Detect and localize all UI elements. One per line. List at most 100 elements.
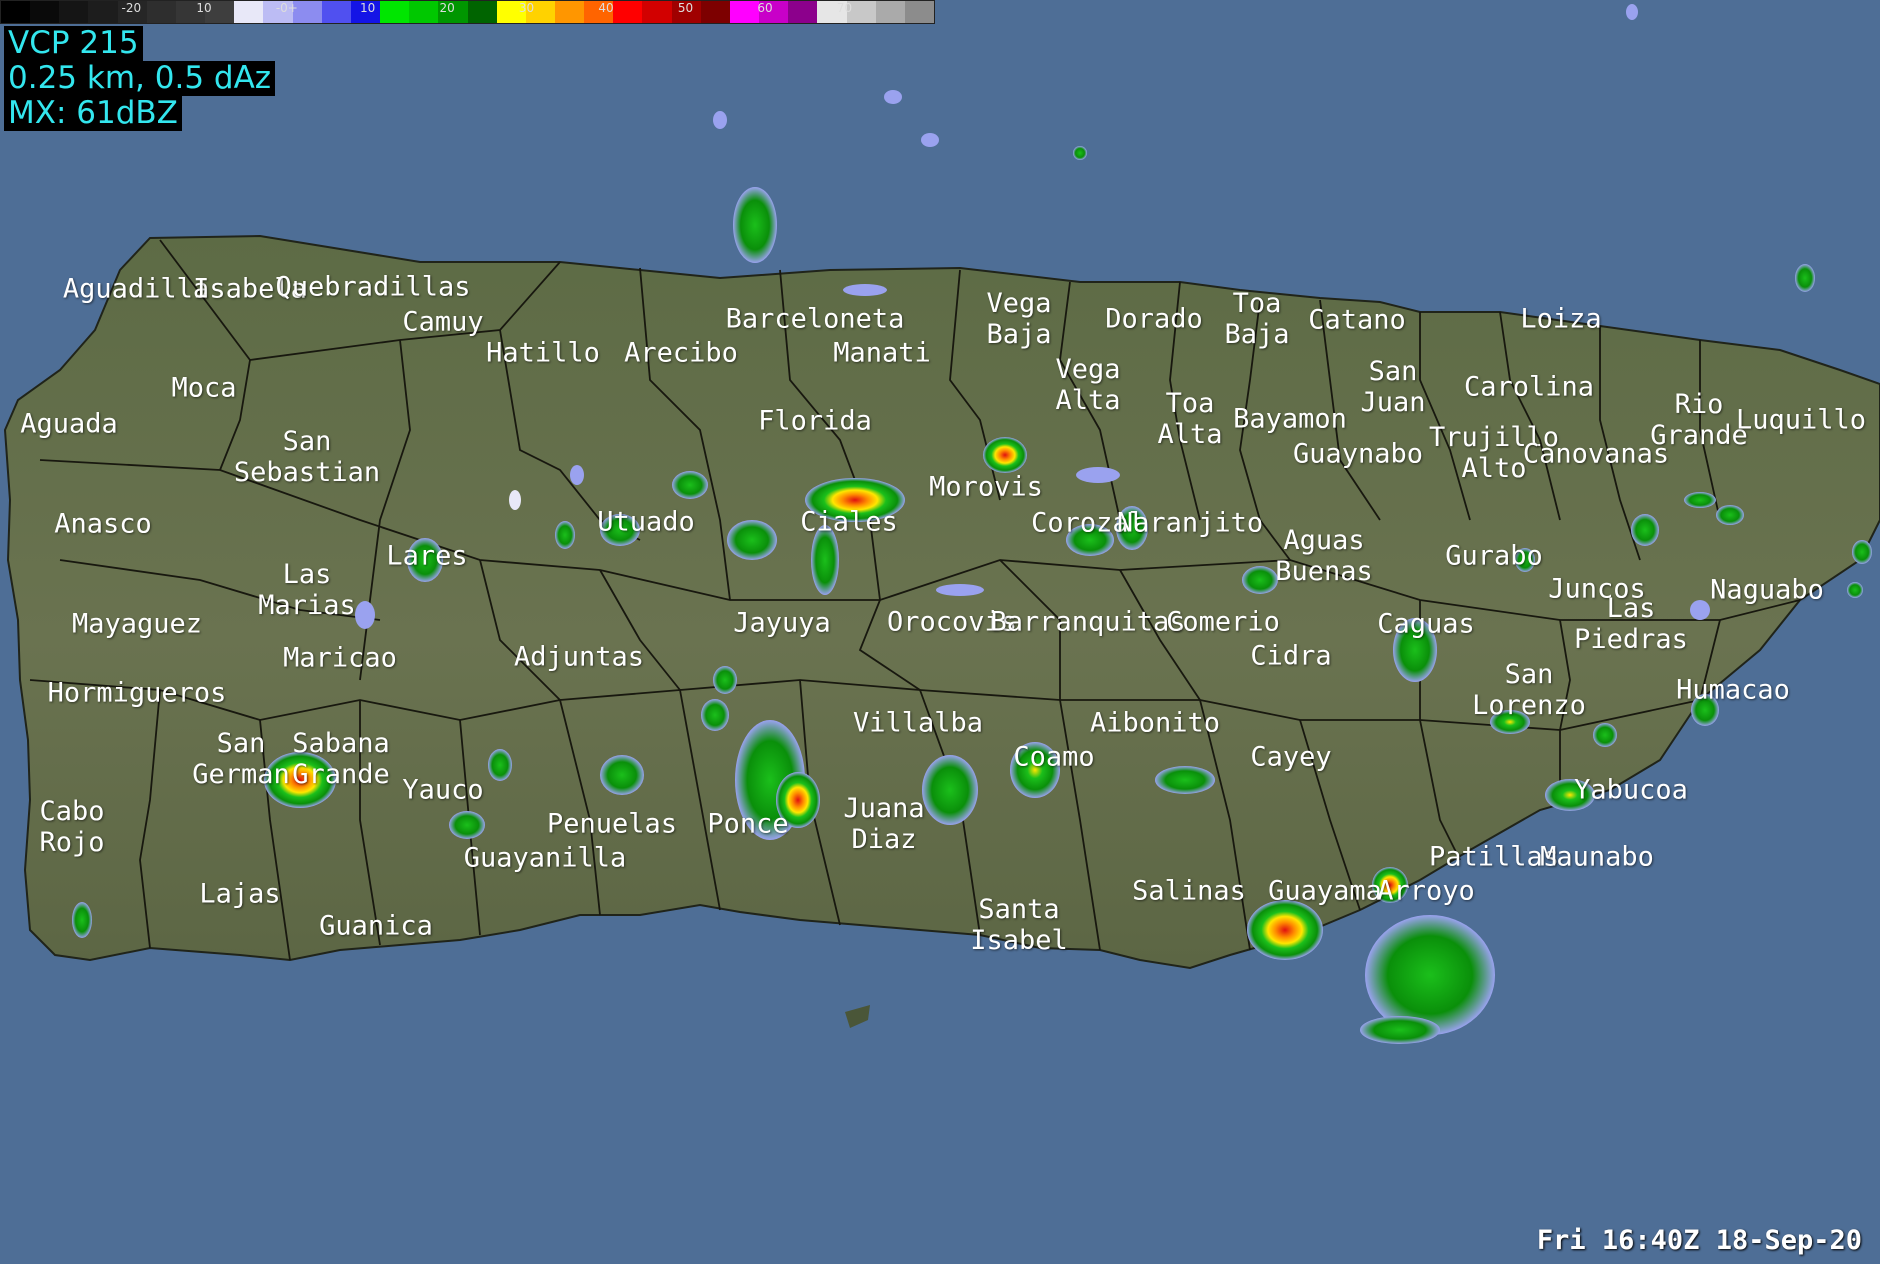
scale-segment bbox=[205, 1, 235, 23]
scale-segment bbox=[759, 1, 789, 23]
echo-cell bbox=[1690, 600, 1710, 620]
scale-segment bbox=[350, 1, 381, 23]
scale-segment bbox=[700, 1, 730, 23]
echo-cell bbox=[600, 755, 644, 795]
scale-segment bbox=[671, 1, 701, 23]
town-label: Loiza bbox=[1520, 303, 1602, 335]
town-label: Morovis bbox=[929, 471, 1043, 503]
town-label: Aguas Buenas bbox=[1275, 525, 1373, 587]
town-label: Cayey bbox=[1250, 741, 1332, 773]
scale-segment bbox=[263, 1, 293, 23]
echo-cell bbox=[701, 699, 729, 731]
town-label: Penuelas bbox=[546, 808, 678, 840]
town-label: Coamo bbox=[1013, 741, 1095, 773]
echo-cell bbox=[1073, 146, 1087, 160]
echo-cell bbox=[1631, 514, 1659, 546]
town-label: Toa Alta bbox=[1157, 388, 1223, 450]
scale-segment bbox=[846, 1, 876, 23]
echo-cell bbox=[727, 520, 777, 560]
town-label: Naguabo bbox=[1710, 574, 1824, 606]
echo-cell bbox=[1247, 900, 1323, 960]
echo-cell bbox=[843, 284, 887, 296]
town-label: Moca bbox=[171, 372, 237, 404]
echo-cell bbox=[922, 755, 978, 825]
scale-segment bbox=[59, 1, 89, 23]
town-label: Sabana Grande bbox=[292, 728, 390, 790]
town-label: Luquillo bbox=[1735, 404, 1867, 436]
scale-segment bbox=[554, 1, 585, 23]
town-label: Florida bbox=[758, 405, 872, 437]
town-label: Aguada bbox=[20, 408, 118, 440]
echo-cell bbox=[355, 601, 375, 629]
town-label: Yauco bbox=[402, 774, 484, 806]
echo-cell bbox=[1360, 1016, 1440, 1044]
scale-segment bbox=[788, 1, 818, 23]
town-label: Las Piedras bbox=[1574, 593, 1688, 655]
echo-cell bbox=[1593, 723, 1617, 747]
town-label: Quebradillas bbox=[275, 271, 471, 303]
scale-segment bbox=[875, 1, 905, 23]
echo-cell bbox=[1242, 566, 1278, 594]
echo-cell bbox=[449, 811, 485, 839]
scale-segment bbox=[409, 1, 439, 23]
echo-cell bbox=[1852, 540, 1872, 564]
town-label: Guayanilla bbox=[463, 842, 627, 874]
islet bbox=[845, 1005, 870, 1028]
echo-cell bbox=[884, 90, 902, 104]
scale-segment bbox=[642, 1, 672, 23]
scale-segment bbox=[321, 1, 351, 23]
town-label: Arroyo bbox=[1377, 875, 1475, 907]
town-label: Vega Baja bbox=[986, 288, 1052, 350]
echo-cell bbox=[713, 111, 727, 129]
scale-segment bbox=[117, 1, 147, 23]
town-label: Camuy bbox=[402, 306, 484, 338]
town-label: Cidra bbox=[1250, 640, 1332, 672]
echo-cell bbox=[1716, 505, 1744, 525]
town-label: Gurabo bbox=[1445, 540, 1543, 572]
scale-segment bbox=[234, 1, 264, 23]
town-label: Barceloneta bbox=[725, 303, 905, 335]
town-label: Salinas bbox=[1132, 875, 1246, 907]
town-label: Naranjito bbox=[1116, 507, 1264, 539]
vcp-label: VCP 215 bbox=[4, 26, 143, 61]
echo-cell bbox=[713, 666, 737, 694]
scale-segment bbox=[1, 1, 31, 23]
town-label: Arecibo bbox=[624, 337, 738, 369]
scale-segment bbox=[584, 1, 614, 23]
scale-segment bbox=[904, 1, 934, 23]
echo-cell bbox=[1155, 766, 1215, 794]
town-label: Santa Isabel bbox=[970, 894, 1068, 956]
town-label: Rio Grande bbox=[1650, 389, 1748, 451]
town-label: Dorado bbox=[1105, 303, 1203, 335]
town-label: Mayaguez bbox=[71, 608, 203, 640]
town-label: Ciales bbox=[800, 506, 898, 538]
town-label: San Lorenzo bbox=[1472, 659, 1586, 721]
town-label: Maricao bbox=[283, 642, 397, 674]
echo-cell bbox=[1076, 467, 1120, 483]
echo-cell bbox=[1795, 264, 1815, 292]
town-label: San German bbox=[192, 728, 290, 790]
town-label: Utuado bbox=[597, 506, 695, 538]
scale-segment bbox=[380, 1, 410, 23]
echo-cell bbox=[570, 465, 584, 485]
town-label: Barranquitas bbox=[990, 606, 1186, 638]
town-label: Lajas bbox=[199, 878, 281, 910]
town-label: Canovanas bbox=[1522, 438, 1670, 470]
resolution-label: 0.25 km, 0.5 dAz bbox=[4, 61, 276, 96]
town-label: Guanica bbox=[319, 910, 433, 942]
town-label: Toa Baja bbox=[1224, 288, 1290, 350]
town-label: Hormigueros bbox=[47, 677, 227, 709]
town-label: Maunabo bbox=[1540, 841, 1654, 873]
scale-segment bbox=[467, 1, 497, 23]
scale-segment bbox=[496, 1, 526, 23]
town-label: Comerio bbox=[1166, 606, 1280, 638]
town-label: Lares bbox=[386, 540, 468, 572]
town-label: Hatillo bbox=[486, 337, 600, 369]
town-label: Caguas bbox=[1377, 608, 1475, 640]
scale-segment bbox=[525, 1, 555, 23]
scale-segment bbox=[88, 1, 118, 23]
scale-segment bbox=[613, 1, 643, 23]
radar-info-box: VCP 215 0.25 km, 0.5 dAz MX: 61dBZ bbox=[4, 26, 276, 131]
echo-cell bbox=[555, 521, 575, 549]
town-label: Manati bbox=[833, 337, 931, 369]
